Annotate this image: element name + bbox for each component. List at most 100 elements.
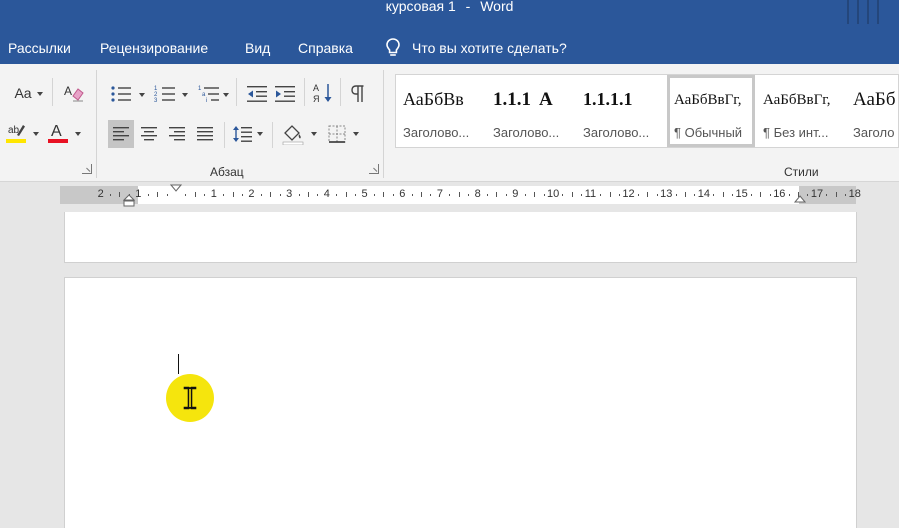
tell-me-search[interactable]: Что вы хотите сделать?: [386, 36, 567, 60]
ruler-tick: [261, 194, 262, 196]
line-spacing-dropdown[interactable]: [256, 130, 264, 138]
shading-dropdown[interactable]: [310, 130, 318, 138]
first-line-indent-marker[interactable]: [170, 184, 182, 198]
highlight-dropdown[interactable]: [32, 130, 40, 138]
justify-button[interactable]: [192, 120, 218, 148]
style-heading-1[interactable]: АаБбВв Заголово...: [396, 75, 486, 147]
ruler-tick: [148, 194, 149, 196]
ruler-tick: [760, 192, 761, 197]
ruler-number: 13: [660, 188, 673, 200]
svg-text:A: A: [51, 123, 62, 140]
text-highlight-button[interactable]: ab: [4, 120, 28, 146]
style-sample: АаБбВв: [403, 89, 464, 109]
align-left-button[interactable]: [108, 120, 134, 148]
ruler-tick: [299, 194, 300, 196]
increase-indent-button[interactable]: [272, 82, 298, 106]
align-right-button[interactable]: [164, 120, 190, 148]
decrease-indent-icon: [247, 86, 267, 102]
lightbulb-icon: [386, 38, 400, 56]
ruler-tick: [657, 194, 658, 196]
text-caret: [178, 354, 179, 374]
font-dialog-launcher[interactable]: [82, 164, 92, 174]
ruler-number: 2: [97, 188, 104, 200]
ruler-tick: [346, 192, 347, 197]
svg-text:A: A: [313, 83, 319, 93]
style-heading-2[interactable]: 1.1.1 А Заголово...: [486, 75, 574, 147]
numbering-dropdown[interactable]: [181, 91, 189, 99]
tab-mailings[interactable]: Рассылки: [8, 40, 71, 56]
increase-indent-icon: [275, 86, 295, 102]
style-sample: АаБбВвГг,: [763, 92, 831, 108]
ruler-tick: [204, 194, 205, 196]
paragraph-group-label: Абзац: [210, 165, 244, 179]
align-center-button[interactable]: [136, 120, 162, 148]
ribbon-panel: Aa A ab A 1 2 3 1 a i A Я Абзац АаБбВв З…: [0, 64, 899, 182]
pilcrow-icon: [351, 85, 364, 102]
ruler-tick: [280, 194, 281, 196]
font-color-button[interactable]: A: [46, 120, 70, 146]
change-case-button[interactable]: Aa: [10, 82, 36, 104]
ruler-tick: [676, 194, 677, 196]
line-spacing-button[interactable]: [230, 120, 254, 148]
document-name: курсовая 1: [385, 0, 456, 14]
bullets-button[interactable]: [108, 82, 134, 106]
ruler-tick: [355, 194, 356, 196]
ruler-tick: [694, 194, 695, 196]
ruler-tick: [336, 194, 337, 196]
numbering-button[interactable]: 1 2 3: [152, 82, 178, 106]
multilevel-list-icon: 1 a i: [198, 86, 219, 103]
tab-review[interactable]: Рецензирование: [100, 40, 208, 56]
right-indent-marker[interactable]: [794, 195, 806, 205]
line-spacing-icon: [233, 126, 252, 142]
ruler-tick: [383, 192, 384, 197]
style-normal[interactable]: АаБбВвГг, ¶ Обычный: [667, 75, 755, 147]
ruler-tick: [270, 192, 271, 197]
tab-view[interactable]: Вид: [245, 40, 270, 56]
sort-az-icon: A Я: [313, 83, 332, 104]
eraser-icon: A: [64, 84, 84, 102]
style-sample: 1.1.1 А: [493, 89, 553, 110]
decrease-indent-button[interactable]: [244, 82, 270, 106]
sort-button[interactable]: A Я: [310, 80, 336, 106]
ruler-tick: [572, 192, 573, 197]
ruler-tick: [223, 194, 224, 196]
horizontal-ruler[interactable]: 2 1 1 2 3 4 5 6 7 8 9 10 11 12 13 14 15 16 17 18: [60, 184, 861, 207]
group-divider: [383, 70, 384, 178]
title-bar: курсовая 1 - Word: [0, 0, 899, 32]
ruler-tick: [836, 192, 837, 197]
multilevel-list-button[interactable]: 1 a i: [196, 82, 222, 106]
paragraph-dialog-launcher[interactable]: [369, 164, 379, 174]
borders-dropdown[interactable]: [352, 130, 360, 138]
left-indent-marker[interactable]: [123, 194, 135, 208]
ruler-tick: [732, 194, 733, 196]
style-heading-3[interactable]: 1.1.1.1 Заголово...: [576, 75, 666, 147]
ruler-number: 15: [735, 188, 748, 200]
ruler-number: 1: [210, 188, 217, 200]
style-sample: АаБбВвГг,: [674, 92, 742, 108]
group-divider: [96, 70, 97, 178]
tab-help[interactable]: Справка: [298, 40, 353, 56]
borders-button[interactable]: [324, 120, 350, 148]
style-sample: АаБб: [853, 89, 896, 110]
ruler-tick: [713, 194, 714, 196]
style-name: ¶ Обычный: [674, 125, 743, 140]
text-i-beam-icon: [183, 386, 197, 410]
clear-formatting-button[interactable]: A: [62, 80, 86, 106]
change-case-dropdown[interactable]: [36, 90, 44, 98]
ruler-tick: [195, 192, 196, 197]
multilevel-dropdown[interactable]: [222, 91, 230, 99]
style-heading[interactable]: АаБб Заголо: [846, 75, 898, 147]
font-color-dropdown[interactable]: [74, 130, 82, 138]
mouse-cursor-highlight: [166, 374, 214, 422]
ruler-tick: [525, 194, 526, 196]
style-no-spacing[interactable]: АаБбВвГг, ¶ Без инт...: [756, 75, 846, 147]
ruler-tick: [430, 194, 431, 196]
divider: [272, 122, 273, 148]
shading-button[interactable]: [280, 120, 306, 148]
show-formatting-button[interactable]: [346, 82, 370, 106]
ruler-number: 7: [436, 188, 444, 200]
bullets-dropdown[interactable]: [138, 91, 146, 99]
ruler-tick: [374, 194, 375, 196]
ruler-number: 10: [547, 188, 560, 200]
ruler-number: 1: [135, 188, 142, 200]
